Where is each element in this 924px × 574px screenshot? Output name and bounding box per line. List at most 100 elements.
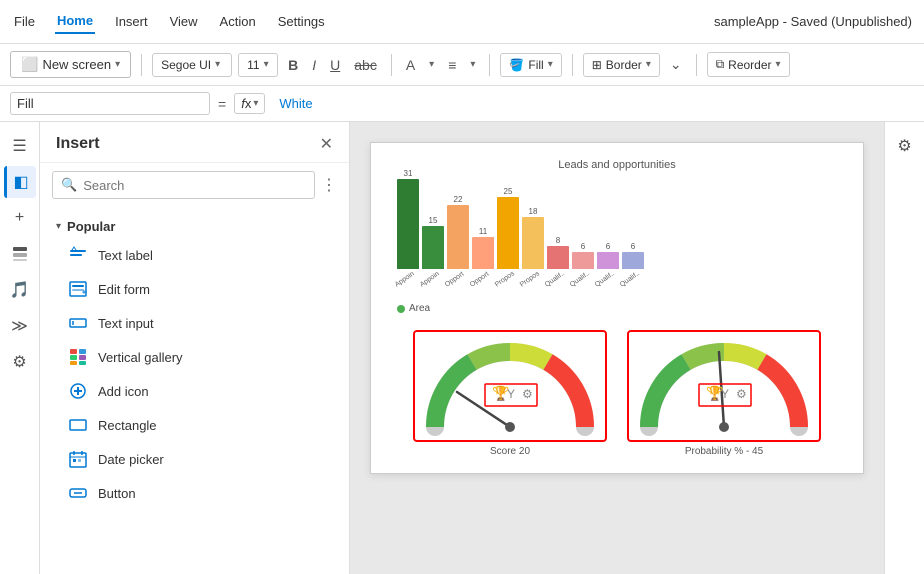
menu-insert[interactable]: Insert [113, 10, 150, 33]
border-icon: ⊞ [592, 58, 602, 72]
bar-rect-5 [522, 217, 544, 269]
canvas-area: Leads and opportunities 31 15 22 11 [350, 122, 884, 574]
bold-button[interactable]: B [284, 55, 302, 75]
chart-bars: 31 15 22 11 25 [387, 179, 847, 269]
property-selector[interactable]: Fill [10, 92, 210, 115]
font-size-label: 11 [247, 58, 259, 72]
new-screen-label: New screen [42, 57, 111, 72]
text-input-svg [69, 314, 87, 332]
fill-button[interactable]: 🪣 Fill ▾ [500, 53, 561, 77]
bar-7: 6 [572, 242, 594, 269]
insert-item-rectangle[interactable]: Rectangle [40, 408, 349, 442]
edit-form-svg [69, 280, 87, 298]
insert-item-date-picker[interactable]: Date picker [40, 442, 349, 476]
reorder-button[interactable]: ⧉ Reorder ▾ [707, 52, 790, 77]
insert-item-edit-form[interactable]: Edit form [40, 272, 349, 306]
formula-fx-button[interactable]: fx ▾ [234, 93, 265, 114]
text-label-svg [69, 246, 87, 264]
toolbar-separator-2 [391, 54, 392, 76]
search-input[interactable] [83, 178, 306, 193]
insert-item-edit-form-text: Edit form [98, 282, 150, 297]
section-popular-header[interactable]: ▾ Popular [40, 211, 349, 238]
svg-text:⚙: ⚙ [522, 387, 533, 401]
x-label-9: Qualif... [619, 270, 652, 299]
insert-item-text-input[interactable]: Text input [40, 306, 349, 340]
left-sidebar: ☰ ◧ + 🎵 ≫ ⚙ [0, 122, 40, 574]
sidebar-icon-variables[interactable]: ≫ [4, 310, 36, 342]
insert-search-box[interactable]: 🔍 [52, 171, 315, 199]
insert-search-row: 🔍 ⋮ [40, 163, 349, 207]
gauge-score-svg: 🏆 Y ⚙ [415, 332, 605, 437]
font-family-dropdown-icon: ▾ [215, 59, 220, 70]
menu-view[interactable]: View [168, 10, 200, 33]
sidebar-icon-insert[interactable]: + [4, 202, 36, 234]
insert-item-text-label[interactable]: Text label [40, 238, 349, 272]
add-icon-svg [69, 382, 87, 400]
font-size-dropdown-icon: ▾ [264, 59, 269, 70]
new-screen-icon: ⬜ [21, 56, 38, 73]
fx-dropdown-icon: ▾ [253, 98, 258, 109]
add-icon [68, 381, 88, 401]
border-button[interactable]: ⊞ Border ▾ [583, 53, 660, 77]
rectangle-icon [68, 415, 88, 435]
font-size-button[interactable]: 11 ▾ [238, 53, 278, 77]
formula-value[interactable]: White [273, 94, 914, 113]
bar-4: 25 [497, 187, 519, 269]
insert-item-add-icon[interactable]: Add icon [40, 374, 349, 408]
app-title: sampleApp - Saved (Unpublished) [714, 14, 912, 29]
canvas-content: Leads and opportunities 31 15 22 11 [370, 142, 864, 474]
bar-rect-0 [397, 179, 419, 269]
new-screen-button[interactable]: ⬜ New screen ▾ [10, 51, 131, 78]
gauge-score-wrap: 🏆 Y ⚙ [413, 330, 607, 442]
fill-label: Fill [528, 58, 543, 72]
sidebar-icon-data[interactable] [4, 238, 36, 270]
menu-file[interactable]: File [12, 10, 37, 33]
font-color-dropdown-icon[interactable]: ▾ [425, 57, 438, 72]
insert-item-add-icon-text: Add icon [98, 384, 149, 399]
insert-panel-title: Insert [56, 135, 100, 153]
toolbar-separator-3 [489, 54, 490, 76]
sidebar-icon-settings[interactable]: ⚙ [4, 346, 36, 378]
italic-button[interactable]: I [308, 55, 320, 75]
align-dropdown-icon[interactable]: ▾ [466, 57, 479, 72]
strikethrough-button[interactable]: abc [350, 55, 381, 75]
formula-bar: Fill = fx ▾ White [0, 86, 924, 122]
font-family-button[interactable]: Segoe UI ▾ [152, 53, 232, 77]
toolbar-separator-1 [141, 54, 142, 76]
legend-label: Area [409, 303, 430, 314]
gauge-probability-svg: 🏆 Y ⚙ [629, 332, 819, 437]
section-popular-chevron: ▾ [56, 221, 61, 232]
bar-0: 31 [397, 169, 419, 269]
bar-5: 18 [522, 207, 544, 269]
gauge-probability: 🏆 Y ⚙ Probability % - 45 [627, 330, 821, 457]
svg-text:Y: Y [721, 387, 729, 401]
font-color-button[interactable]: A [402, 55, 419, 75]
insert-list: ▾ Popular Text label [40, 207, 349, 574]
sidebar-icon-layers[interactable]: ◧ [4, 166, 36, 198]
insert-more-button[interactable]: ⋮ [321, 175, 337, 195]
date-picker-svg [69, 450, 87, 468]
more-button[interactable]: ⌄ [666, 54, 686, 75]
bar-3: 11 [472, 227, 494, 269]
insert-panel-close[interactable]: ✕ [320, 134, 333, 154]
underline-button[interactable]: U [326, 55, 344, 75]
sidebar-icon-menu[interactable]: ☰ [4, 130, 36, 162]
toolbar-separator-4 [572, 54, 573, 76]
menu-action[interactable]: Action [218, 10, 258, 33]
menu-settings[interactable]: Settings [276, 10, 327, 33]
align-button[interactable]: ≡ [444, 55, 460, 75]
insert-panel: Insert ✕ 🔍 ⋮ ▾ Popular [40, 122, 350, 574]
gauge-probability-label: Probability % - 45 [685, 446, 763, 457]
insert-item-vertical-gallery[interactable]: Vertical gallery [40, 340, 349, 374]
legend-dot [397, 305, 405, 313]
right-sidebar-icon-1[interactable]: ⚙ [889, 130, 921, 162]
bar-9: 6 [622, 242, 644, 269]
insert-item-button[interactable]: Button [40, 476, 349, 510]
sidebar-icon-media[interactable]: 🎵 [4, 274, 36, 306]
bar-rect-2 [447, 205, 469, 269]
insert-item-vertical-gallery-text: Vertical gallery [98, 350, 183, 365]
button-icon [68, 483, 88, 503]
menu-home[interactable]: Home [55, 9, 95, 34]
bar-1: 15 [422, 216, 444, 269]
insert-panel-header: Insert ✕ [40, 122, 349, 163]
